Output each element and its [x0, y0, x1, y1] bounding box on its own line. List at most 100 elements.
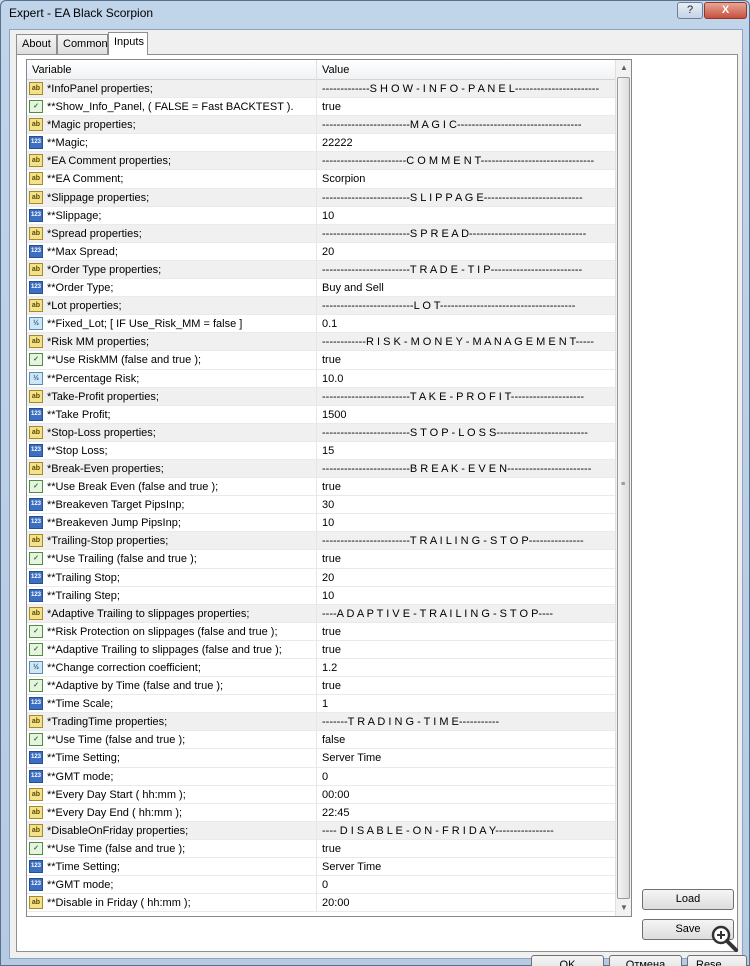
table-row[interactable]: ab *Stop-Loss properties; ----------------… — [27, 423, 615, 442]
value-cell[interactable]: 10 — [317, 514, 615, 532]
value-cell[interactable]: ------------------------S L I P P A G E-… — [317, 189, 615, 207]
table-row[interactable]: ab **Every Day End ( hh:mm ); 22:45 — [27, 803, 615, 822]
table-row[interactable]: ✓ **Use Time (false and true ); false — [27, 731, 615, 750]
table-row[interactable]: ab **EA Comment; Scorpion — [27, 170, 615, 189]
value-cell[interactable]: true — [317, 550, 615, 568]
table-row[interactable]: 123 **Take Profit; 1500 — [27, 405, 615, 424]
table-row[interactable]: 123 **Time Setting; Server Time — [27, 858, 615, 877]
value-cell[interactable]: 1.2 — [317, 659, 615, 677]
value-cell[interactable]: true — [317, 641, 615, 659]
table-row[interactable]: 123 **Breakeven Jump PipsInp; 10 — [27, 514, 615, 533]
value-cell[interactable]: ------------------------S P R E A D-----… — [317, 225, 615, 243]
table-row[interactable]: 123 **GMT mode; 0 — [27, 767, 615, 786]
value-cell[interactable]: ---- D I S A B L E - O N - F R I D A Y--… — [317, 822, 615, 840]
zoom-icon[interactable] — [709, 923, 739, 953]
tab-common[interactable]: Common — [57, 34, 108, 54]
value-cell[interactable]: 20 — [317, 569, 615, 587]
value-cell[interactable]: true — [317, 623, 615, 641]
table-row[interactable]: ab *Break-Even properties; ---------------… — [27, 459, 615, 479]
value-cell[interactable]: 1500 — [317, 406, 615, 424]
table-row[interactable]: ½ **Percentage Risk; 10.0 — [27, 369, 615, 388]
scroll-thumb[interactable]: ≡ — [617, 77, 630, 899]
table-row[interactable]: ab *Trailing-Stop properties; ------------… — [27, 532, 615, 551]
value-cell[interactable]: -------------------------L O T----------… — [317, 297, 615, 315]
reset-button[interactable]: Rese — [687, 955, 747, 966]
title-bar[interactable]: Expert - EA Black Scorpion ? X — [1, 1, 749, 25]
value-cell[interactable]: 22:45 — [317, 804, 615, 822]
table-row[interactable]: ✓ **Use Break Even (false and true ); true — [27, 478, 615, 497]
table-row[interactable]: 123 **Slippage; 10 — [27, 206, 615, 225]
table-row[interactable]: 123 **Time Scale; 1 — [27, 695, 615, 714]
value-cell[interactable]: ------------------------S T O P - L O S … — [317, 424, 615, 442]
scroll-up-icon[interactable]: ▲ — [616, 60, 631, 76]
table-row[interactable]: ab *Risk MM properties; ------------R I S … — [27, 333, 615, 352]
table-row[interactable]: ab *TradingTime properties; -------T R A D… — [27, 713, 615, 732]
scroll-down-icon[interactable]: ▼ — [616, 900, 631, 916]
value-cell[interactable]: true — [317, 351, 615, 369]
table-row[interactable]: ✓ **Adaptive by Time (false and true ); tr… — [27, 677, 615, 696]
table-row[interactable]: 123 **Magic; 22222 — [27, 134, 615, 153]
tab-about[interactable]: About — [16, 34, 57, 54]
table-row[interactable]: ab *InfoPanel properties; -------------S H… — [27, 80, 615, 99]
table-row[interactable]: ab **Disable in Friday ( hh:mm ); 20:00 — [27, 894, 615, 913]
table-row[interactable]: ab **Every Day Start ( hh:mm ); 00:00 — [27, 785, 615, 804]
help-button[interactable]: ? — [677, 2, 703, 19]
value-cell[interactable]: ----A D A P T I V E - T R A I L I N G - … — [317, 605, 615, 623]
table-row[interactable]: 123 **Order Type; Buy and Sell — [27, 279, 615, 298]
table-row[interactable]: ✓ **Use Time (false and true ); true — [27, 839, 615, 859]
table-row[interactable]: ✓ **Use RiskMM (false and true ); true — [27, 351, 615, 370]
table-row[interactable]: 123 **Breakeven Target PipsInp; 30 — [27, 496, 615, 515]
value-cell[interactable]: 20:00 — [317, 894, 615, 912]
value-cell[interactable]: 10 — [317, 207, 615, 225]
value-cell[interactable]: 00:00 — [317, 786, 615, 804]
load-button[interactable]: Load — [642, 889, 734, 910]
value-cell[interactable]: ------------------------T A K E - P R O … — [317, 388, 615, 406]
table-row[interactable]: ✓ **Use Trailing (false and true ); true — [27, 550, 615, 569]
table-row[interactable]: 123 **Trailing Step; 10 — [27, 586, 615, 605]
value-cell[interactable]: Server Time — [317, 858, 615, 876]
table-row[interactable]: 123 **GMT mode; 0 — [27, 876, 615, 895]
value-cell[interactable]: ------------------------M A G I C-------… — [317, 116, 615, 134]
table-row[interactable]: 123 **Trailing Stop; 20 — [27, 568, 615, 587]
column-header-variable[interactable]: Variable — [27, 60, 317, 80]
value-cell[interactable]: Buy and Sell — [317, 279, 615, 297]
value-cell[interactable]: ------------------------B R E A K - E V … — [317, 460, 615, 478]
value-cell[interactable]: 10 — [317, 587, 615, 605]
value-cell[interactable]: 0 — [317, 768, 615, 786]
table-row[interactable]: ✓ **Show_Info_Panel, ( FALSE = Fast BACKT… — [27, 98, 615, 117]
value-cell[interactable]: -----------------------C O M M E N T----… — [317, 152, 615, 170]
column-header-value[interactable]: Value — [317, 60, 615, 80]
table-row[interactable]: ✓ **Risk Protection on slippages (false a… — [27, 622, 615, 641]
ok-button[interactable]: OK — [531, 955, 604, 966]
table-row[interactable]: ab *Adaptive Trailing to slippages proper… — [27, 604, 615, 623]
value-cell[interactable]: 22222 — [317, 134, 615, 152]
value-cell[interactable]: ------------------------T R A I L I N G … — [317, 532, 615, 550]
table-row[interactable]: ab *Slippage properties; -----------------… — [27, 188, 615, 207]
value-cell[interactable]: -------------S H O W - I N F O - P A N E… — [317, 80, 615, 98]
table-row[interactable]: 123 **Time Setting; Server Time — [27, 749, 615, 768]
table-row[interactable]: ½ **Fixed_Lot; [ IF Use_Risk_MM = false ]… — [27, 315, 615, 334]
value-cell[interactable]: 0 — [317, 876, 615, 894]
table-row[interactable]: ½ **Change correction coefficient; 1.2 — [27, 659, 615, 678]
value-cell[interactable]: Server Time — [317, 749, 615, 767]
table-row[interactable]: ✓ **Adaptive Trailing to slippages (false… — [27, 640, 615, 659]
value-cell[interactable]: true — [317, 98, 615, 116]
table-row[interactable]: ab *EA Comment properties; ---------------… — [27, 152, 615, 171]
value-cell[interactable]: true — [317, 478, 615, 496]
value-cell[interactable]: 0.1 — [317, 315, 615, 333]
value-cell[interactable]: 15 — [317, 442, 615, 460]
value-cell[interactable]: 20 — [317, 243, 615, 261]
table-row[interactable]: 123 **Stop Loss; 15 — [27, 441, 615, 460]
cancel-button[interactable]: Отмена — [609, 955, 682, 966]
table-row[interactable]: ab *Lot properties; ----------------------… — [27, 297, 615, 316]
value-cell[interactable]: true — [317, 677, 615, 695]
table-row[interactable]: 123 **Max Spread; 20 — [27, 242, 615, 261]
close-button[interactable]: X — [704, 2, 747, 19]
value-cell[interactable]: ------------R I S K - M O N E Y - M A N … — [317, 333, 615, 351]
value-cell[interactable]: 30 — [317, 496, 615, 514]
value-cell[interactable]: 1 — [317, 695, 615, 713]
value-cell[interactable]: -------T R A D I N G - T I M E----------… — [317, 713, 615, 731]
table-row[interactable]: ab *Magic properties; --------------------… — [27, 116, 615, 135]
value-cell[interactable]: Scorpion — [317, 170, 615, 188]
vertical-scrollbar[interactable]: ▲ ≡ ▼ — [615, 60, 631, 916]
